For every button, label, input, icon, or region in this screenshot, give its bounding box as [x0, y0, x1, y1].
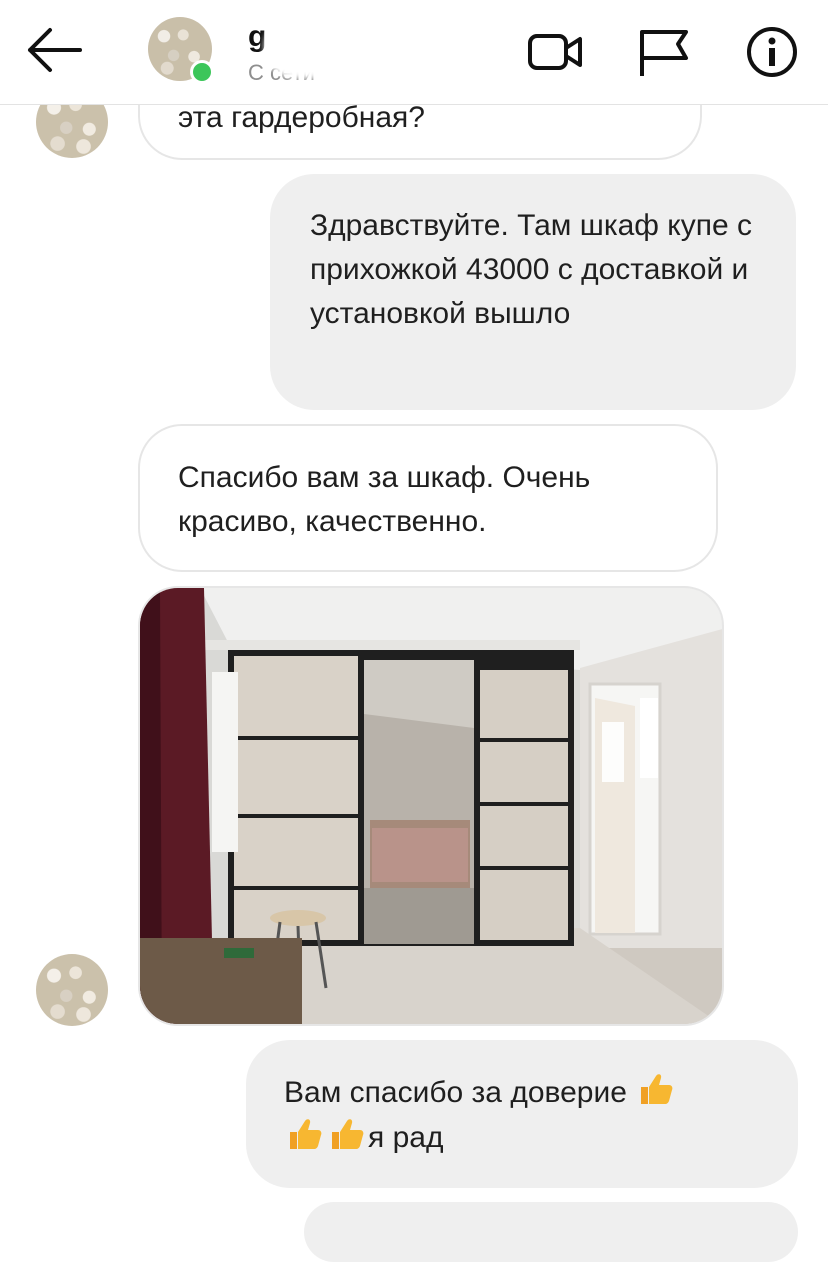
message-text-end: я рад	[368, 1121, 444, 1154]
thumbs-up-icon	[290, 1119, 322, 1149]
photo-message[interactable]	[138, 586, 724, 1026]
info-icon	[747, 27, 797, 77]
online-status-indicator	[190, 60, 214, 84]
contact-name[interactable]: g	[248, 20, 266, 54]
redaction-mask	[270, 22, 500, 72]
back-button[interactable]	[24, 24, 84, 76]
back-arrow-icon	[28, 28, 82, 72]
thumbs-up-icon	[641, 1074, 673, 1104]
message-text: Здравствуйте. Там шкаф купе с прихожкой …	[310, 209, 753, 330]
message-text: Спасибо вам за шкаф. Очень красиво, каче…	[178, 461, 591, 538]
chat-header: g С сети	[0, 0, 828, 105]
thumbs-up-icon	[332, 1119, 364, 1149]
incoming-message[interactable]: Спасибо вам за шкаф. Очень красиво, каче…	[138, 424, 718, 572]
wardrobe-photo	[140, 588, 722, 1024]
video-call-icon	[528, 34, 582, 70]
sender-avatar[interactable]	[36, 954, 108, 1026]
info-button[interactable]	[742, 24, 802, 80]
outgoing-message[interactable]: Здравствуйте. Там шкаф купе с прихожкой …	[270, 174, 796, 410]
flag-icon	[640, 30, 688, 76]
outgoing-message[interactable]: Вам спасибо за доверие я рад	[246, 1040, 798, 1188]
report-flag-button[interactable]	[634, 24, 694, 80]
outgoing-message-partial[interactable]	[304, 1202, 798, 1262]
message-text-start: Вам спасибо за доверие	[284, 1076, 627, 1109]
video-call-button[interactable]	[526, 24, 586, 80]
